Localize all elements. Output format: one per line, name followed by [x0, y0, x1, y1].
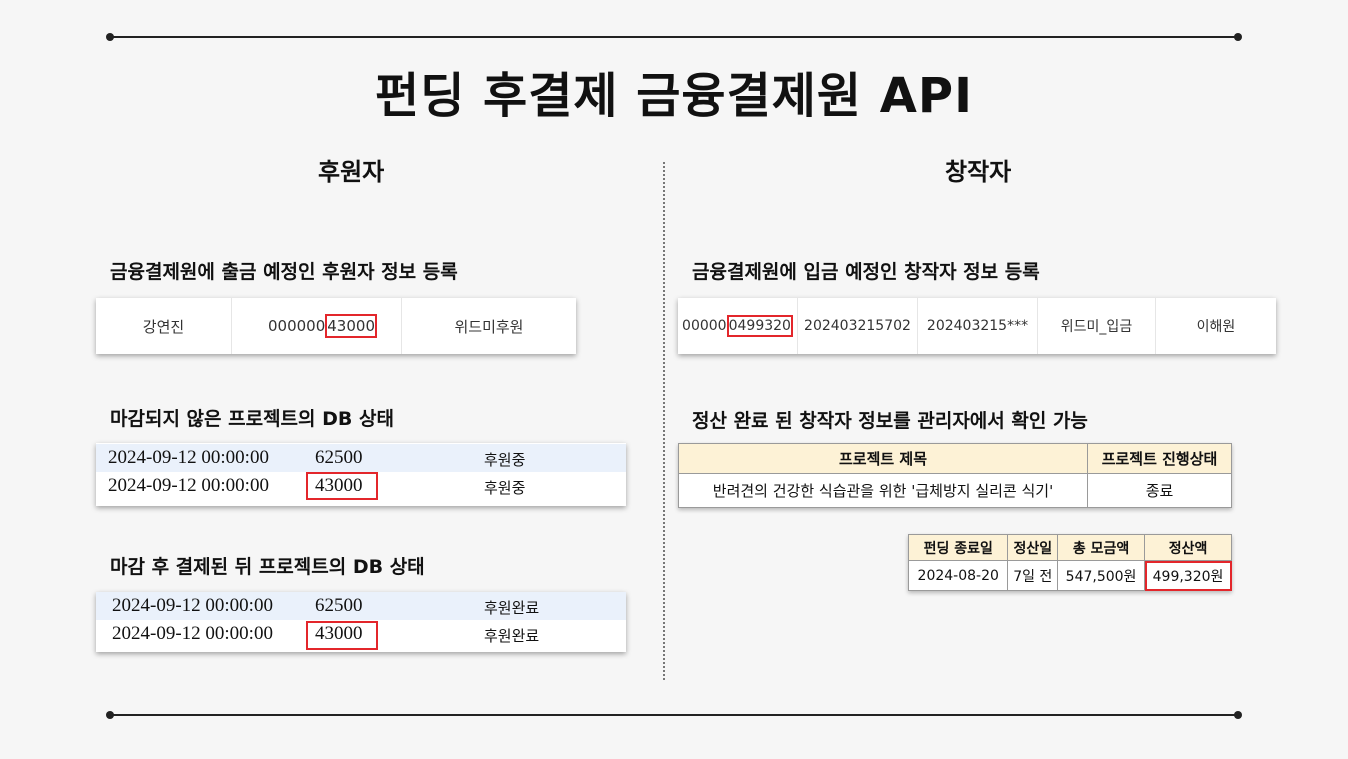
project-status-cell: 종료	[1087, 473, 1232, 508]
creator-register-title: 금융결제원에 입금 예정인 창작자 정보 등록	[692, 261, 1040, 283]
total-cell: 547,500원	[1057, 560, 1146, 591]
sponsor-memo: 위드미후원	[454, 317, 524, 336]
creator-amount-highlight: 0499320	[726, 315, 793, 337]
sponsor-amount-prefix: 000000	[268, 317, 326, 335]
highlight-box	[306, 621, 378, 650]
row-amount: 62500	[315, 595, 363, 616]
closed-project-db: 2024-09-12 00:00:00 62500 후원완료 2024-09-1…	[96, 592, 626, 652]
creator-amount-prefix: 00000	[682, 318, 727, 334]
settle-title: 정산 완료 된 창작자 정보를 관리자에서 확인 가능	[692, 410, 1088, 432]
row-date: 2024-09-12 00:00:00	[112, 623, 273, 644]
header-project-status: 프로젝트 진행상태	[1087, 443, 1232, 474]
project-title-cell: 반려견의 건강한 식습관을 위한 '급체방지 실리콘 식기'	[678, 473, 1088, 508]
creator-heading: 창작자	[945, 158, 1012, 186]
page-title: 펀딩 후결제 금융결제원 API	[375, 68, 973, 124]
row-date: 2024-09-12 00:00:00	[108, 475, 269, 496]
settlement-table: 펀딩 종료일 정산일 총 모금액 정산액 2024-08-20 7일 전 547…	[907, 534, 1232, 591]
top-rule	[106, 33, 1242, 41]
settle-amount-cell: 499,320원	[1144, 560, 1232, 591]
header-project-title: 프로젝트 제목	[678, 443, 1088, 474]
closed-project-title: 마감 후 결제된 뒤 프로젝트의 DB 상태	[110, 556, 425, 578]
creator-code-2: 202403215***	[918, 298, 1038, 354]
open-project-title: 마감되지 않은 프로젝트의 DB 상태	[110, 408, 394, 430]
sponsor-amount-highlight: 43000	[325, 314, 377, 338]
row-status: 후원완료	[484, 599, 540, 617]
creator-register-card: 00000 0499320 202403215702 202403215*** 위…	[678, 298, 1276, 354]
sponsor-register-card: 강연진 000000 43000 위드미후원	[96, 298, 576, 354]
header-total: 총 모금액	[1057, 534, 1146, 561]
settle-date-cell: 7일 전	[1007, 560, 1059, 591]
highlight-box	[306, 472, 378, 500]
row-date: 2024-09-12 00:00:00	[112, 595, 273, 616]
project-status-table: 프로젝트 제목 프로젝트 진행상태 반려견의 건강한 식습관을 위한 '급체방지…	[678, 443, 1232, 508]
sponsor-name: 강연진	[96, 298, 232, 354]
header-end-date: 펀딩 종료일	[907, 534, 1009, 561]
row-status: 후원완료	[484, 627, 540, 645]
creator-code-1: 202403215702	[798, 298, 918, 354]
sponsor-amount: 000000 43000	[232, 298, 402, 354]
table-row: 2024-09-12 00:00:00 62500 후원중	[96, 444, 626, 472]
creator-memo: 위드미_입금	[1038, 298, 1156, 354]
row-date: 2024-09-12 00:00:00	[108, 447, 269, 468]
header-settle-date: 정산일	[1007, 534, 1059, 561]
table-row: 2024-09-12 00:00:00 62500 후원완료	[96, 592, 626, 620]
row-status: 후원중	[484, 451, 526, 469]
header-settle-amount: 정산액	[1144, 534, 1232, 561]
row-status: 후원중	[484, 479, 526, 497]
creator-name: 이해원	[1196, 319, 1236, 335]
creator-amount: 00000 0499320	[678, 298, 798, 354]
sponsor-register-title: 금융결제원에 출금 예정인 후원자 정보 등록	[110, 261, 458, 283]
row-amount: 62500	[315, 447, 363, 468]
bottom-rule	[106, 711, 1242, 719]
end-date-cell: 2024-08-20	[907, 560, 1009, 591]
column-divider	[663, 162, 665, 680]
open-project-db: 2024-09-12 00:00:00 62500 후원중 2024-09-12…	[96, 443, 626, 506]
sponsor-heading: 후원자	[318, 158, 385, 186]
